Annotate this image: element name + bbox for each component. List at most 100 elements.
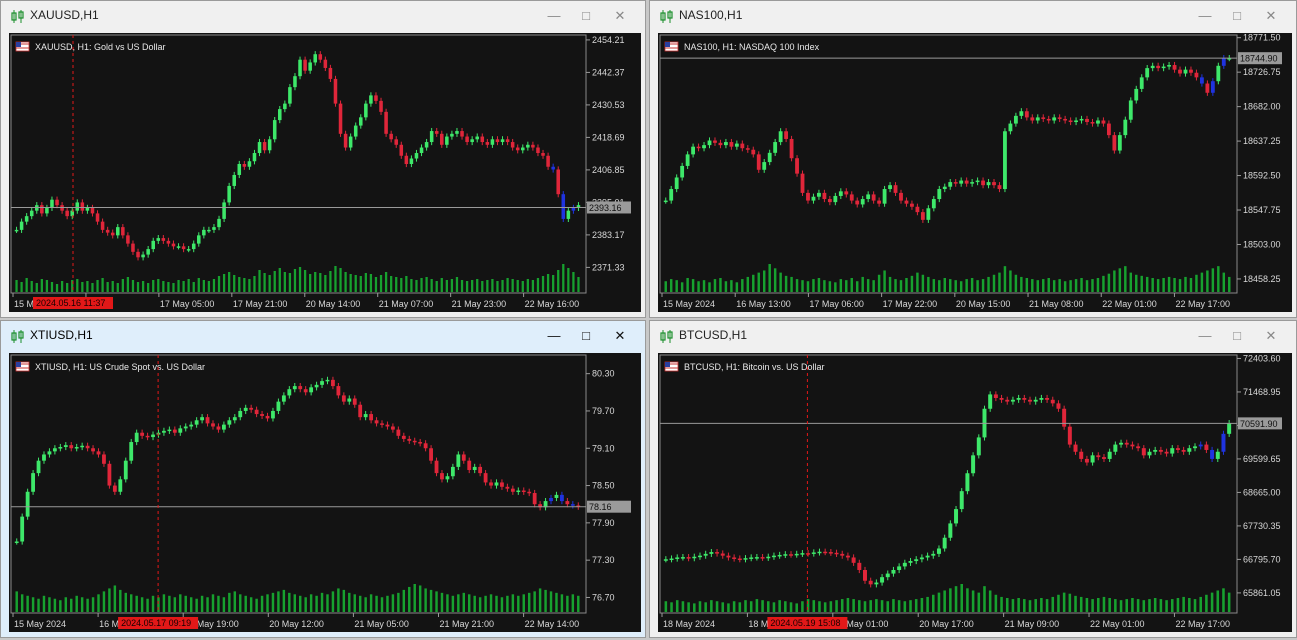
candle	[822, 189, 827, 203]
candle	[737, 555, 742, 563]
candle	[252, 149, 257, 165]
candle	[396, 426, 401, 439]
candle	[1016, 394, 1021, 403]
candle	[141, 251, 145, 261]
close-button[interactable]: ✕	[1260, 6, 1282, 26]
close-button[interactable]: ✕	[1260, 326, 1282, 346]
candle	[1022, 394, 1027, 403]
candle	[384, 108, 388, 137]
candle	[871, 191, 876, 204]
maximize-button[interactable]: □	[575, 326, 597, 346]
candle	[456, 451, 461, 470]
window-titlebar[interactable]: BTCUSD,H1 — □ ✕	[650, 321, 1296, 351]
candle	[953, 179, 958, 187]
candle	[194, 417, 199, 428]
candle	[680, 162, 685, 181]
chart-window-btcusd[interactable]: BTCUSD,H1 — □ ✕ BTCUSD, H1: Bitcoin vs. …	[649, 320, 1297, 638]
window-titlebar[interactable]: XAUUSD,H1 — □ ✕	[1, 1, 645, 31]
candle	[140, 429, 145, 439]
candle	[992, 179, 996, 189]
candle	[874, 579, 879, 588]
price-tick-label: 66795.70	[1243, 554, 1281, 564]
candle	[931, 195, 936, 212]
price-tick-label: 77.90	[592, 518, 615, 528]
candle	[80, 442, 85, 451]
candle	[948, 179, 953, 190]
candle	[942, 183, 947, 193]
price-tick-label: 71468.95	[1243, 387, 1281, 397]
current-price-label: 78.16	[589, 502, 612, 512]
price-chart[interactable]: NAS100, H1: NASDAQ 100 Index 18771.50 1872…	[658, 33, 1292, 312]
price-tick-label: 2418.69	[592, 132, 625, 142]
candle	[136, 248, 140, 261]
candle	[976, 434, 981, 459]
chart-window-nas100[interactable]: NAS100,H1 — □ ✕ NAS100, H1: NASDAQ 100 I…	[649, 0, 1297, 318]
candlestick-chart-svg[interactable]: BTCUSD, H1: Bitcoin vs. US Dollar 72403.6…	[658, 353, 1292, 632]
candle	[333, 75, 338, 107]
chart-window-xtiusd[interactable]: XTIUSD,H1 — □ ✕ XTIUSD, H1: US Crude Spo…	[0, 320, 646, 638]
candle	[166, 237, 171, 247]
maximize-button[interactable]: □	[1226, 6, 1248, 26]
maximize-button[interactable]: □	[1226, 326, 1248, 346]
candle	[777, 551, 782, 559]
candle	[754, 554, 759, 561]
candlestick-chart-svg[interactable]: XTIUSD, H1: US Crude Spot vs. US Dollar 8…	[9, 353, 641, 632]
minimize-button[interactable]: —	[1194, 326, 1216, 346]
chart-window-xauusd[interactable]: XAUUSD,H1 — □ ✕ XAUUSD, H1: Gold vs US D…	[0, 0, 646, 318]
window-titlebar[interactable]: NAS100,H1 — □ ✕	[650, 1, 1296, 31]
candle	[993, 391, 998, 402]
price-chart[interactable]: BTCUSD, H1: Bitcoin vs. US Dollar 72403.6…	[658, 353, 1292, 632]
candle	[1117, 132, 1122, 154]
candle	[485, 138, 490, 148]
candle	[806, 189, 810, 204]
candle	[877, 197, 882, 207]
candle	[42, 451, 46, 464]
candle	[942, 534, 947, 552]
maximize-button[interactable]: □	[575, 6, 597, 26]
time-marker-label: 2024.05.17 09:19	[121, 618, 191, 628]
minimize-button[interactable]: —	[543, 326, 565, 346]
candle	[423, 440, 428, 452]
candle	[817, 548, 822, 556]
candlestick-chart-svg[interactable]: XAUUSD, H1: Gold vs US Dollar 2454.21 2442…	[9, 33, 641, 312]
candle	[1183, 66, 1188, 77]
candle	[937, 185, 942, 203]
candle	[1205, 80, 1210, 96]
candle	[1198, 441, 1203, 450]
candle	[1096, 117, 1100, 127]
price-chart[interactable]: XAUUSD, H1: Gold vs US Dollar 2454.21 2442…	[9, 33, 641, 312]
candlestick-chart-svg[interactable]: NAS100, H1: NASDAQ 100 Index 18771.50 1872…	[658, 33, 1292, 312]
window-titlebar[interactable]: XTIUSD,H1 — □ ✕	[1, 321, 645, 351]
candle	[440, 130, 444, 148]
candle	[868, 577, 873, 588]
time-tick-label: 20 May 14:00	[306, 299, 361, 309]
minimize-button[interactable]: —	[1194, 6, 1216, 26]
candle	[323, 56, 328, 72]
price-tick-label: 79.10	[592, 443, 615, 453]
candle	[1130, 441, 1135, 450]
price-chart[interactable]: XTIUSD, H1: US Crude Spot vs. US Dollar 8…	[9, 353, 641, 632]
candle	[904, 197, 909, 207]
candle	[1113, 441, 1118, 455]
minimize-button[interactable]: —	[543, 6, 565, 26]
close-button[interactable]: ✕	[609, 326, 631, 346]
candle	[740, 140, 745, 152]
candle	[385, 421, 390, 430]
candle	[429, 127, 434, 146]
candle	[191, 240, 196, 253]
candle	[359, 114, 363, 129]
candle	[156, 235, 161, 244]
candle	[551, 163, 555, 173]
candle	[743, 555, 748, 563]
candle	[118, 476, 123, 495]
candle	[1227, 419, 1232, 437]
candle	[1172, 61, 1177, 73]
candle	[975, 177, 980, 186]
close-button[interactable]: ✕	[609, 6, 631, 26]
time-tick-label: 22 May 16:00	[525, 299, 580, 309]
candle	[959, 177, 964, 187]
candle	[751, 146, 756, 158]
candle	[1074, 117, 1078, 126]
candle	[709, 548, 714, 557]
price-tick-label: 78.50	[592, 481, 615, 491]
